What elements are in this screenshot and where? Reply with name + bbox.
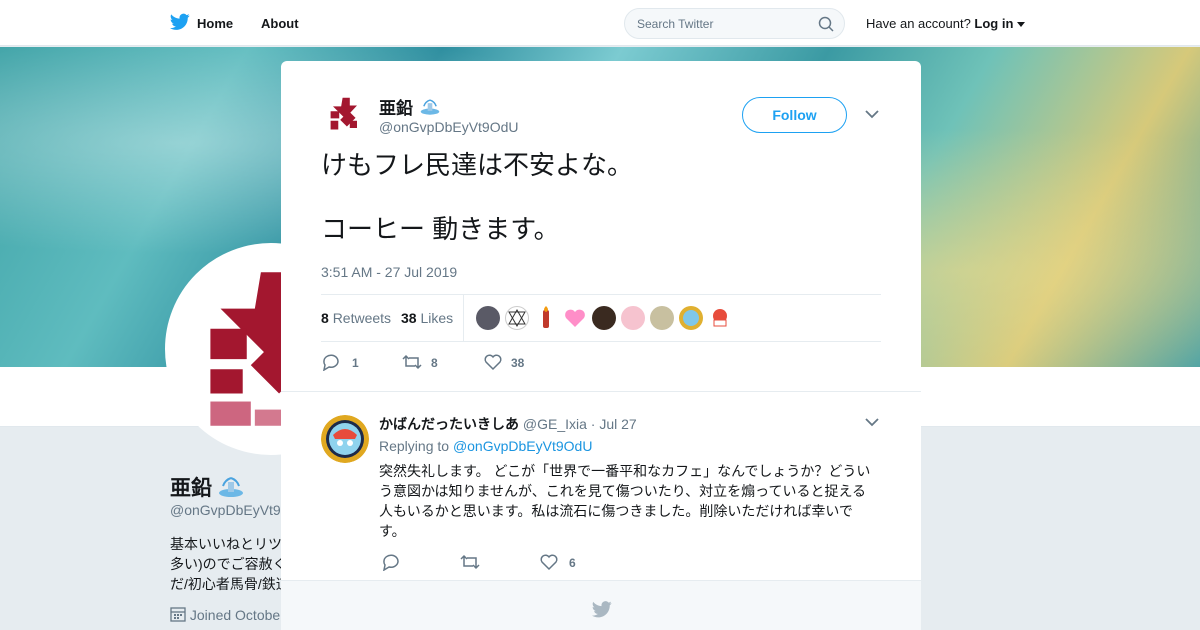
- reply-like-count: 6: [569, 556, 576, 570]
- replying-to-link[interactable]: @onGvpDbEyVt9OdU: [453, 438, 593, 454]
- search-input[interactable]: Search Twitter: [624, 8, 845, 39]
- tweet-text-line: コーヒー 動きます。: [321, 214, 560, 244]
- reply-icon: [323, 354, 339, 371]
- liker-avatar[interactable]: [621, 306, 645, 330]
- replying-to-label: Replying to: [379, 438, 450, 454]
- reply-icon: [383, 554, 399, 571]
- retweets-label: Retweets: [332, 310, 392, 326]
- fountain-emoji-icon: [218, 477, 243, 497]
- heart-icon: [484, 354, 502, 371]
- reply-reply-button[interactable]: [381, 551, 411, 575]
- retweet-button[interactable]: 8: [401, 351, 451, 375]
- tweet-stats: 8 Retweets 38 Likes: [321, 294, 881, 342]
- calendar-icon: [170, 607, 186, 622]
- chevron-down-icon[interactable]: [865, 109, 879, 119]
- reply-header: かばんだったいきしあ @GE_Ixia · Jul 27: [379, 414, 637, 434]
- login-prompt: Have an account? Log in: [866, 16, 1026, 31]
- liker-avatar[interactable]: [476, 306, 500, 330]
- retweet-count: 8: [431, 356, 438, 370]
- liker-avatar[interactable]: [534, 306, 558, 330]
- reply-button[interactable]: 1: [321, 351, 371, 375]
- chevron-down-icon[interactable]: [865, 417, 879, 427]
- retweets-count: 8: [321, 310, 329, 326]
- retweet-icon: [460, 554, 480, 570]
- like-button[interactable]: 38: [483, 351, 543, 375]
- reply-author-handle[interactable]: @GE_Ixia: [523, 416, 587, 432]
- heart-icon: [540, 554, 558, 571]
- profile-joined: Joined Octobe: [170, 606, 280, 623]
- liker-avatar[interactable]: [592, 306, 616, 330]
- profile-joined-text: Joined Octobe: [189, 607, 281, 623]
- nav-home-link[interactable]: Home: [197, 16, 233, 31]
- like-count: 38: [511, 356, 525, 370]
- search-placeholder: Search Twitter: [637, 17, 714, 31]
- nerv-logo-image: [321, 92, 369, 140]
- liker-avatar[interactable]: [505, 306, 529, 330]
- reply-date[interactable]: · Jul 27: [591, 416, 637, 432]
- divider: [281, 391, 921, 392]
- close-icon[interactable]: [1155, 12, 1179, 36]
- follow-button[interactable]: Follow: [742, 97, 847, 133]
- reply-author-name[interactable]: かばんだったいきしあ: [379, 416, 519, 432]
- login-link[interactable]: Log in: [974, 16, 1013, 31]
- author-handle[interactable]: @onGvpDbEyVt9OdU: [379, 119, 519, 135]
- reply-retweet-button[interactable]: [459, 551, 489, 575]
- tweet-text: けもフレ民達は不安よな。 コーヒー 動きます。: [321, 149, 881, 277]
- reply-count: 1: [352, 356, 359, 370]
- author-name-text: 亜鉛: [379, 99, 413, 118]
- twitter-bird-icon: [592, 601, 612, 618]
- author-avatar[interactable]: [321, 92, 369, 140]
- reply-author-avatar[interactable]: [321, 415, 369, 463]
- profile-name: 亜鉛: [170, 472, 244, 502]
- nav-about-link[interactable]: About: [261, 16, 299, 31]
- have-account-text: Have an account?: [866, 16, 971, 31]
- retweet-icon: [402, 354, 422, 370]
- liker-avatar[interactable]: [708, 306, 732, 330]
- likes-count: 38: [401, 310, 417, 326]
- reply-like-button[interactable]: 6: [539, 551, 589, 575]
- retweets-stat[interactable]: 8 Retweets: [321, 310, 391, 326]
- author-name[interactable]: 亜鉛: [379, 94, 440, 119]
- tweet-text-line: けもフレ民達は不安よな。: [321, 150, 634, 180]
- tweet-modal: 亜鉛 @onGvpDbEyVt9OdU Follow けもフレ民達は不安よな。 …: [281, 61, 921, 630]
- twitter-bird-icon[interactable]: [170, 13, 190, 31]
- profile-name-text: 亜鉛: [170, 477, 212, 500]
- top-nav: Home About Search Twitter Have an accoun…: [0, 0, 1200, 46]
- stats-divider: [463, 295, 464, 341]
- fountain-emoji-icon: [420, 99, 439, 115]
- liker-avatar[interactable]: [679, 306, 703, 330]
- likes-stat[interactable]: 38 Likes: [401, 310, 453, 326]
- caret-down-icon[interactable]: [1017, 22, 1026, 28]
- replying-to: Replying to @onGvpDbEyVt9OdU: [379, 438, 592, 454]
- modal-footer: [281, 580, 921, 630]
- liker-avatar[interactable]: [563, 306, 587, 330]
- profile-bio: 基本いいねとリツ 多い)のでご容赦く だ/初心者馬骨/鉄道: [170, 536, 290, 592]
- search-icon[interactable]: [818, 16, 834, 32]
- liker-avatar[interactable]: [650, 306, 674, 330]
- likes-label: Likes: [420, 310, 454, 326]
- tweet-timestamp[interactable]: 3:51 AM - 27 Jul 2019: [321, 264, 457, 280]
- reply-text: 突然失礼します。 どこが「世界で一番平和なカフェ」なんでしょうか？どういう意図か…: [379, 463, 871, 539]
